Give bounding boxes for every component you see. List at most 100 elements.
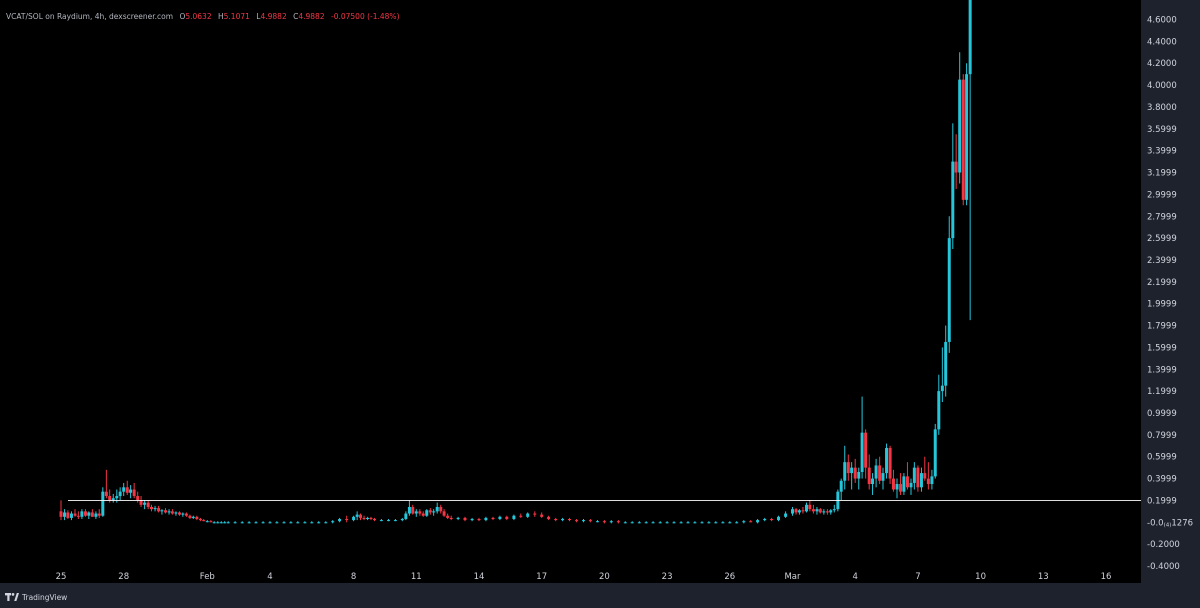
candle-body — [947, 238, 951, 342]
candle-body — [411, 506, 415, 514]
candle-body — [965, 74, 969, 200]
candle-body — [425, 510, 429, 516]
candle-body — [770, 519, 774, 521]
candle-body — [954, 161, 958, 173]
candle-body — [167, 511, 171, 513]
candle-body — [282, 522, 286, 524]
candle-body — [801, 510, 805, 512]
candle — [933, 423, 937, 479]
candle-body — [784, 513, 788, 517]
time-tick-label: 4 — [267, 572, 272, 582]
candle-body — [839, 480, 843, 492]
candle-body — [811, 509, 815, 512]
candlestick-chart[interactable]: 4.6000 4.4000 4.2000 4.0000 3.8000 3.5999 3.39… — [0, 0, 1200, 608]
candle-body — [303, 522, 307, 524]
candle-body — [418, 511, 422, 514]
symbol-title: VCAT/SOL on Raydium, 4h, dexscreener.com — [6, 12, 174, 21]
candle-body — [825, 511, 829, 513]
candle-body — [881, 473, 885, 481]
price-tick-label: 2.5999 — [1147, 234, 1177, 244]
candle — [961, 74, 965, 206]
candle-body — [115, 496, 119, 499]
candle-body — [404, 513, 408, 520]
candle-body — [184, 513, 188, 516]
candle-body — [233, 522, 237, 524]
candle-body — [456, 517, 460, 520]
candle-body — [609, 521, 613, 523]
candle-body — [630, 522, 634, 524]
candle-body — [407, 506, 411, 514]
candle-body — [714, 522, 718, 524]
price-tick-label: 3.3999 — [1147, 147, 1177, 157]
price-tick-label: -0.2000 — [1147, 540, 1180, 550]
candle-body — [526, 513, 530, 517]
candle-body — [885, 447, 889, 474]
candle-body — [212, 522, 216, 524]
candle-body — [149, 506, 153, 510]
candle-body — [73, 513, 77, 516]
candle-body — [216, 522, 220, 524]
candle-body — [721, 522, 725, 524]
candle-body — [968, 0, 972, 75]
candle-body — [923, 473, 927, 479]
candle-body — [477, 519, 481, 521]
time-tick-label: 7 — [915, 572, 920, 582]
candle-body — [651, 522, 655, 524]
candle-body — [219, 522, 223, 524]
price-tick-label: 4.6000 — [1147, 16, 1177, 26]
candle-body — [829, 510, 833, 513]
candle-body — [602, 521, 606, 523]
candle-body — [97, 513, 101, 516]
symbol-legend: VCAT/SOL on Raydium, 4h, dexscreener.com… — [6, 12, 400, 21]
candle-body — [742, 521, 746, 523]
candle — [965, 63, 969, 206]
candle-body — [818, 509, 822, 513]
candle-body — [76, 515, 80, 517]
candle-body — [358, 514, 362, 518]
candle-body — [561, 519, 565, 521]
candle-body — [919, 473, 923, 488]
candle-body — [832, 509, 836, 511]
candle-body — [366, 517, 370, 520]
candle-body — [693, 522, 697, 524]
candle-body — [87, 512, 91, 516]
candle-body — [686, 522, 690, 524]
candle-body — [317, 522, 321, 524]
candle-body — [435, 506, 439, 512]
candle-body — [226, 522, 230, 524]
candle-body — [421, 513, 425, 516]
candle-body — [268, 522, 272, 524]
candle-body — [129, 489, 133, 493]
change-value: -0.07500 (-1.48%) — [331, 12, 400, 21]
candle-body — [484, 517, 488, 521]
price-tick-label: 0.9999 — [1147, 409, 1177, 419]
candle-body — [400, 519, 404, 521]
candle-body — [94, 513, 98, 517]
tradingview-logo-icon — [5, 593, 19, 601]
price-axis: 4.6000 4.4000 4.2000 4.0000 3.8000 3.5999 3.39… — [1147, 16, 1193, 573]
tradingview-brand[interactable]: TradingView — [5, 591, 67, 603]
price-tick-label: 4.0000 — [1147, 81, 1177, 91]
candle-body — [379, 520, 383, 522]
price-tick-label: 0.7999 — [1147, 431, 1177, 441]
candle-body — [160, 510, 164, 512]
candle — [101, 487, 105, 517]
price-tick-label: 2.1999 — [1147, 278, 1177, 288]
candle-body — [432, 511, 436, 513]
candle-body — [843, 462, 847, 481]
candle-body — [104, 491, 108, 497]
candle-body — [794, 509, 798, 513]
chart-frame: 4.6000 4.4000 4.2000 4.0000 3.8000 3.5999 3.39… — [0, 0, 1200, 608]
candle-body — [195, 516, 199, 520]
high-value: 5.1071 — [223, 12, 250, 21]
candle-body — [498, 516, 502, 520]
candle-body — [164, 510, 167, 513]
candle-body — [912, 467, 916, 483]
candle-body — [66, 512, 70, 518]
candle-body — [926, 478, 930, 485]
candle-body — [170, 511, 174, 514]
candle-body — [125, 487, 129, 493]
candle-body — [188, 515, 192, 518]
price-tick-label: 0.5999 — [1147, 453, 1177, 463]
candle-body — [567, 519, 571, 521]
